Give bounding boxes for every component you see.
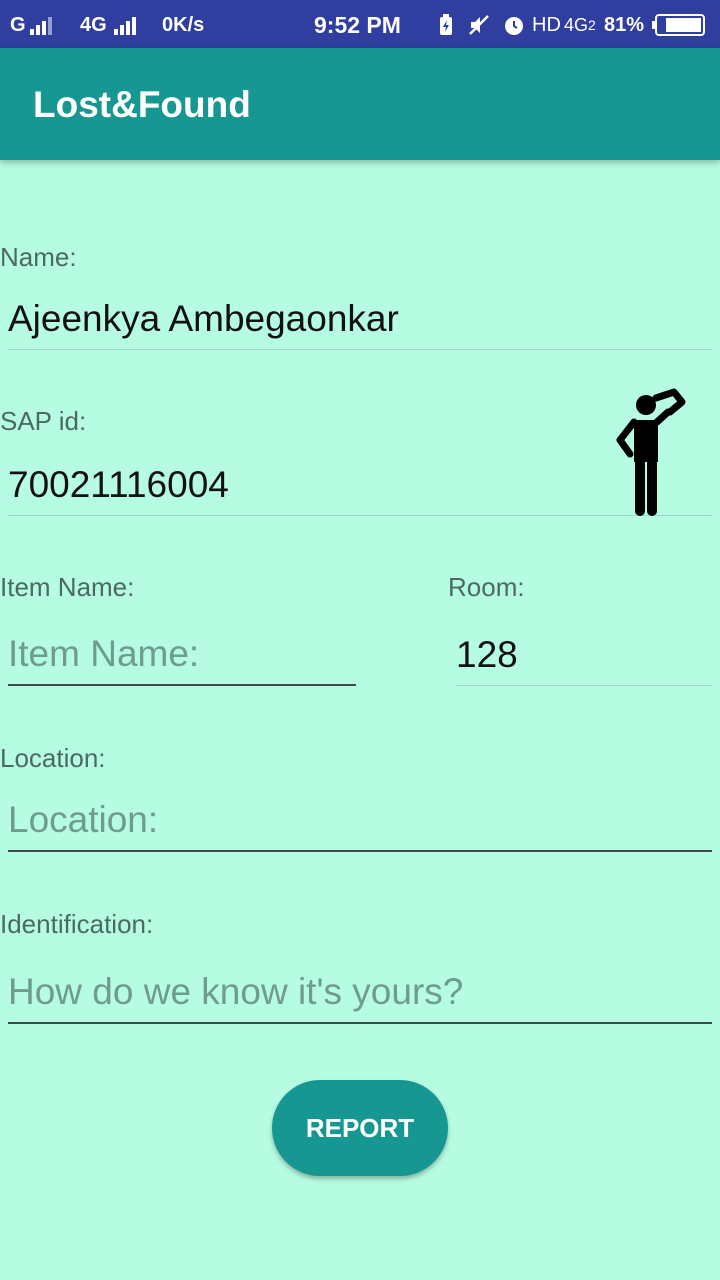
sap-field[interactable] [8, 454, 712, 516]
sap-input[interactable] [8, 454, 712, 515]
item-name-input[interactable] [8, 624, 356, 684]
room-field[interactable] [456, 624, 712, 686]
alarm-icon [503, 0, 525, 48]
carrier-1: G [10, 14, 26, 36]
hd-indicator: HD [532, 14, 561, 36]
name-input[interactable] [8, 288, 712, 349]
location-label: Location: [0, 743, 106, 773]
location-input[interactable] [8, 790, 712, 850]
signal-icon-2 [114, 0, 140, 48]
location-field[interactable] [8, 790, 712, 852]
battery-percent: 81% [604, 14, 645, 36]
carrier-2: 4G [80, 14, 107, 36]
name-label: Name: [0, 242, 77, 272]
status-bar: G 4G 0K/s 9:52 PM HD 4G 2 81% [0, 0, 720, 48]
room-input[interactable] [456, 624, 712, 685]
app-bar: Lost&Found [0, 48, 720, 160]
app-title: Lost&Found [33, 84, 251, 125]
thinking-person-icon [616, 388, 686, 516]
network-speed: 0K/s [162, 14, 205, 36]
battery-saver-icon [438, 0, 454, 48]
item-name-field[interactable] [8, 624, 356, 686]
identification-field[interactable] [8, 962, 712, 1024]
item-name-label: Item Name: [0, 572, 135, 602]
identification-label: Identification: [0, 909, 154, 939]
network-sub: 2 [588, 17, 596, 33]
battery-icon [652, 0, 706, 48]
sap-label: SAP id: [0, 406, 87, 436]
network-type: 4G [564, 15, 589, 35]
clock: 9:52 PM [314, 12, 401, 38]
signal-icon [30, 0, 56, 48]
mute-icon [468, 0, 490, 48]
report-button[interactable]: REPORT [272, 1080, 448, 1176]
name-field[interactable] [8, 288, 712, 350]
room-label: Room: [448, 572, 525, 602]
identification-input[interactable] [8, 962, 712, 1022]
